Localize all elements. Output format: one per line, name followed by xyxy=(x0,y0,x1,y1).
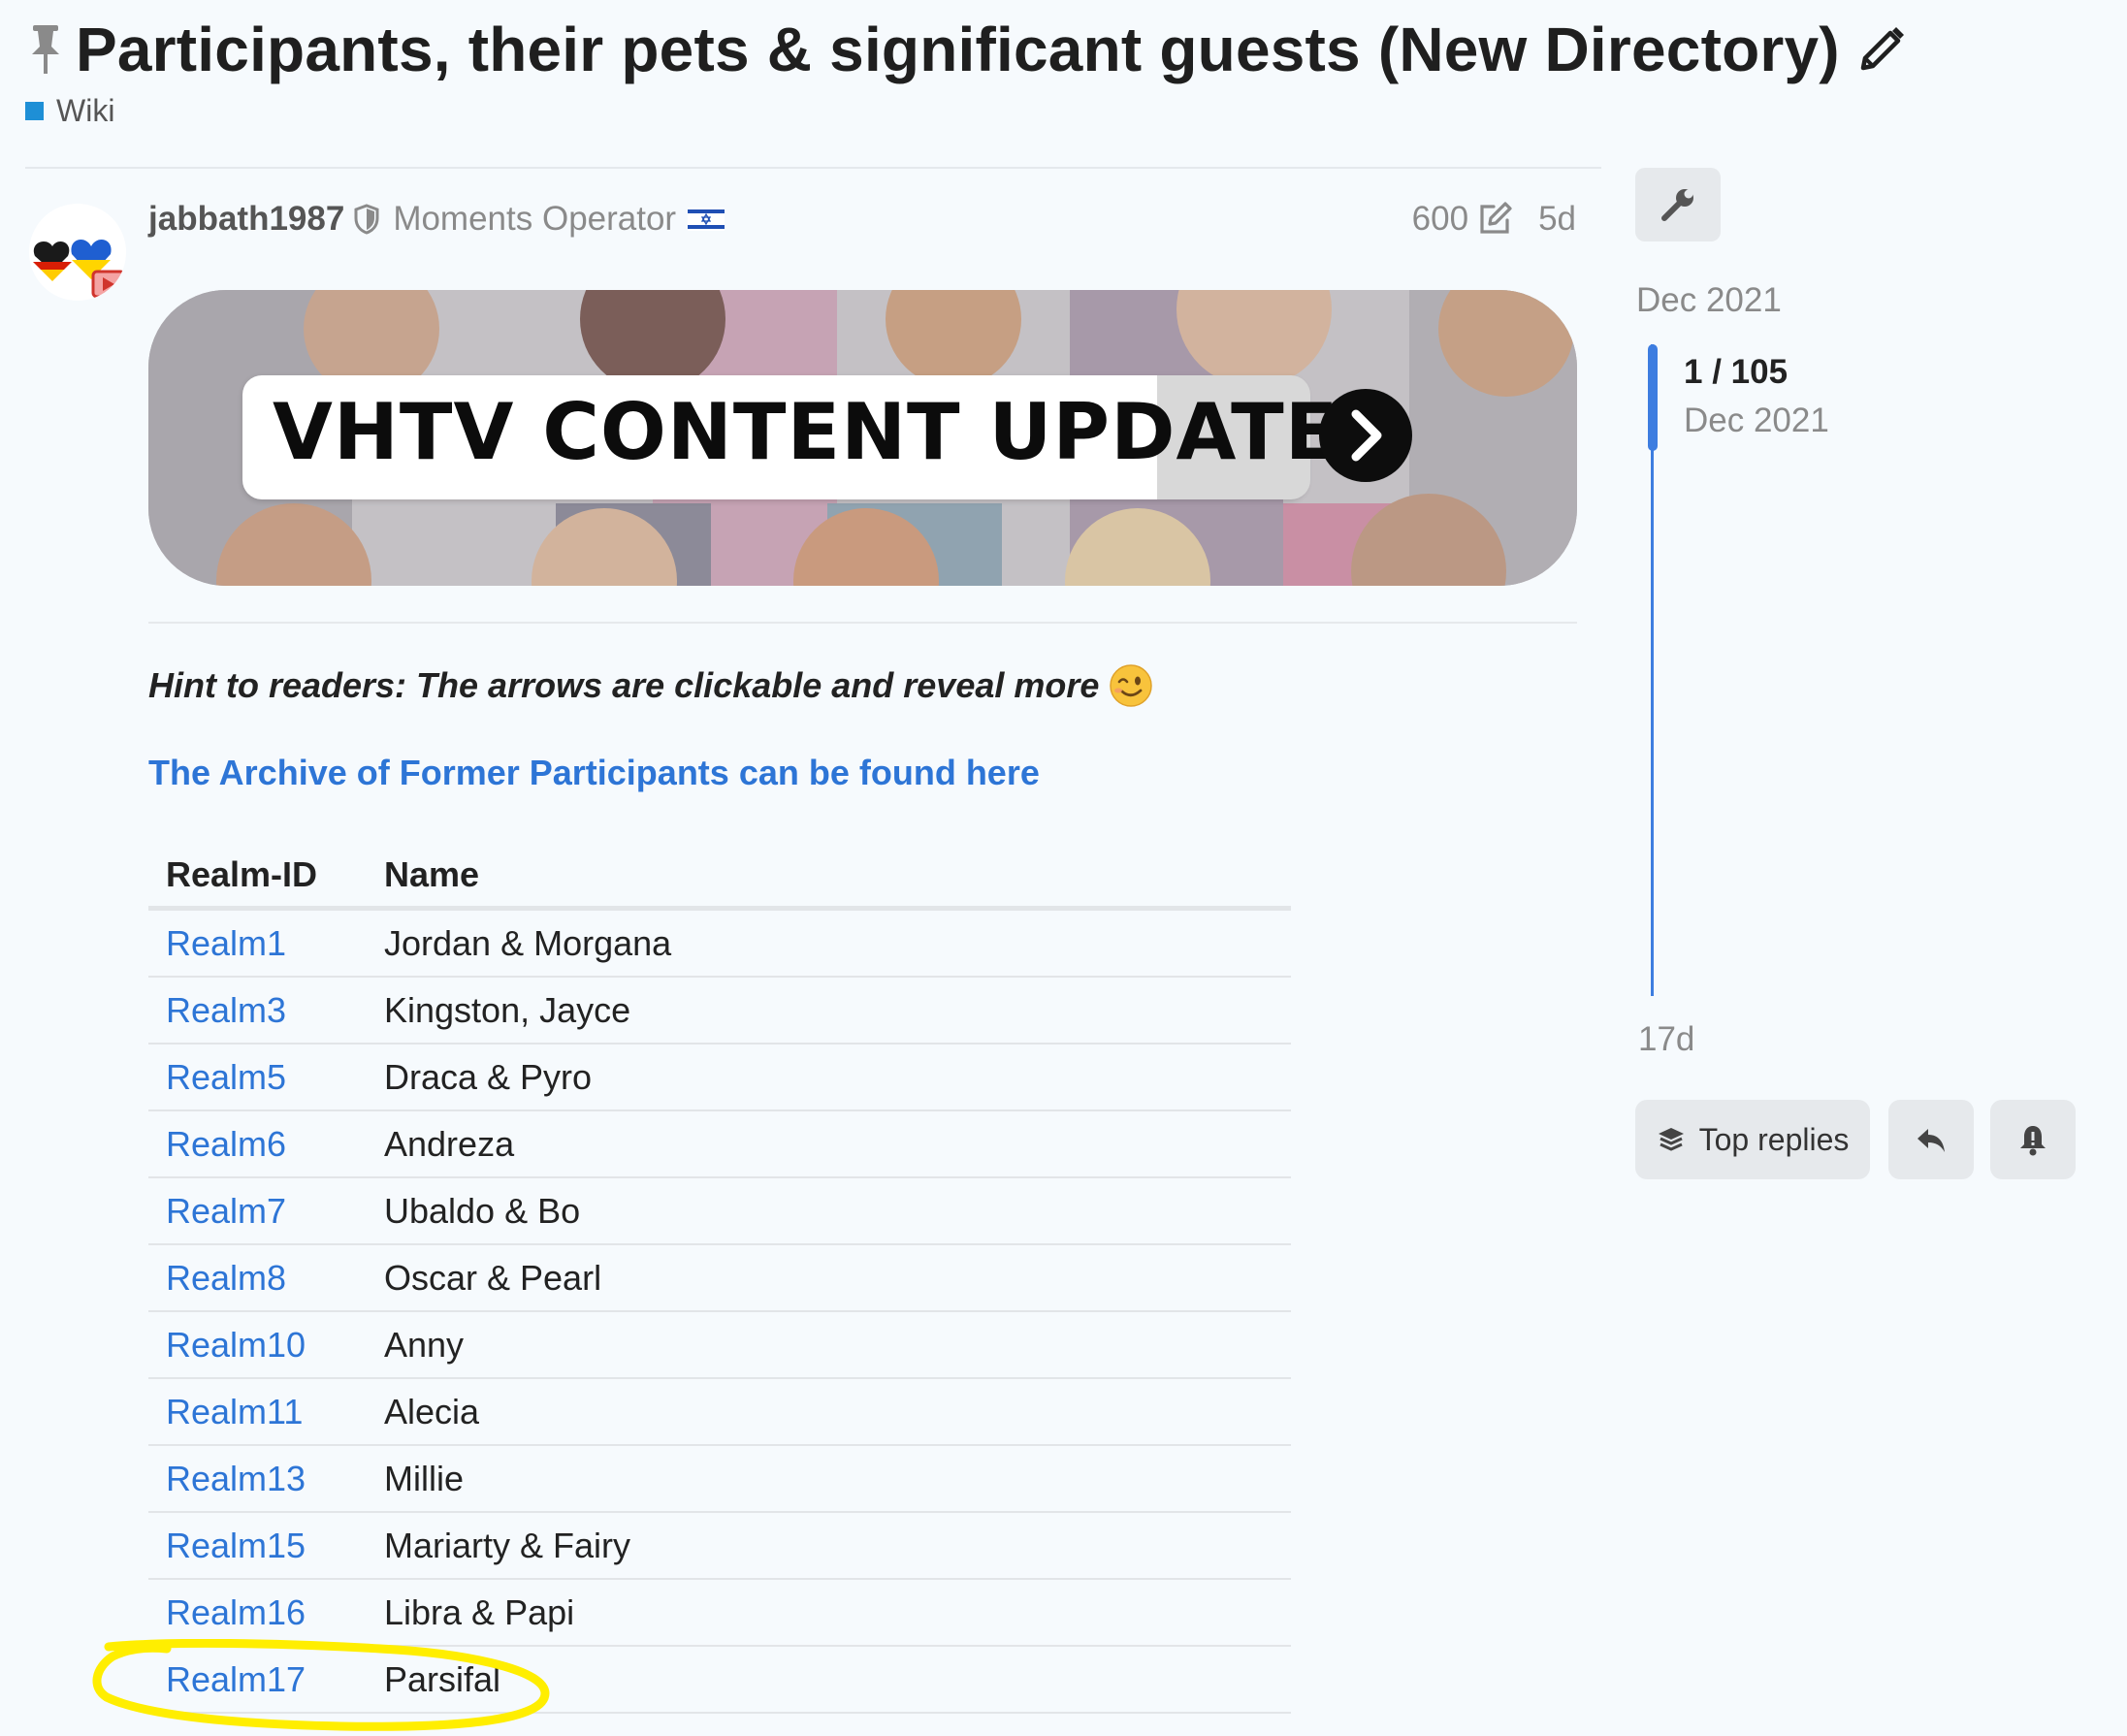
timeline-position: 1 / 105 xyxy=(1684,353,1789,391)
realm-id-cell: Realm11 xyxy=(148,1378,367,1446)
realm-id-cell: Realm16 xyxy=(148,1579,367,1647)
post-meta: 600 5d xyxy=(1412,200,1576,239)
hint-text: Hint to readers: The arrows are clickabl… xyxy=(148,663,1153,708)
category-color-square xyxy=(25,102,44,120)
timeline-handle[interactable] xyxy=(1648,344,1658,451)
category-badge[interactable]: Wiki xyxy=(25,93,114,129)
winking-face-emoji-icon xyxy=(1110,664,1153,707)
realm-id-cell: Realm13 xyxy=(148,1445,367,1513)
edit-history-icon[interactable] xyxy=(1476,201,1513,238)
content-updates-banner[interactable]: VHTV CONTENT UPDATES xyxy=(148,290,1577,586)
timeline-start-date[interactable]: Dec 2021 xyxy=(1636,281,1782,320)
timeline-end-date[interactable]: 17d xyxy=(1638,1020,1694,1059)
participant-name-cell: Draca & Pyro xyxy=(367,1044,1291,1111)
realm-id-cell: Realm17 xyxy=(148,1646,367,1714)
participant-name-cell: Alecia xyxy=(367,1378,1291,1446)
participant-name-cell: Mariarty & Fairy xyxy=(367,1512,1291,1580)
header-realm-id: Realm-ID xyxy=(148,844,367,911)
participant-name-cell: Ubaldo & Bo xyxy=(367,1177,1291,1245)
realm-id-cell: Realm6 xyxy=(148,1110,367,1178)
participant-name-cell: Kingston, Jayce xyxy=(367,977,1291,1045)
table-row: Realm11 Alecia xyxy=(148,1378,1291,1446)
realm-link[interactable]: Realm15 xyxy=(166,1526,306,1565)
table-row: Realm6 Andreza xyxy=(148,1110,1291,1178)
realm-id-cell: Realm7 xyxy=(148,1177,367,1245)
username-link[interactable]: jabbath1987 xyxy=(148,200,344,239)
realm-id-cell: Realm5 xyxy=(148,1044,367,1111)
header-name: Name xyxy=(367,844,1291,911)
post-author: jabbath1987 Moments Operator xyxy=(148,200,725,239)
layers-icon xyxy=(1658,1128,1684,1151)
topic-title: Participants, their pets & significant g… xyxy=(76,15,1840,84)
realm-link[interactable]: Realm8 xyxy=(166,1258,286,1298)
participant-name-cell: Jordan & Morgana xyxy=(367,908,1291,978)
table-row: Realm16 Libra & Papi xyxy=(148,1579,1291,1647)
participant-name-cell: Oscar & Pearl xyxy=(367,1244,1291,1312)
table-row: Realm17 Parsifal xyxy=(148,1646,1291,1714)
realm-id-cell: Realm1 xyxy=(148,908,367,978)
reply-button[interactable] xyxy=(1888,1100,1974,1179)
table-row: Realm5 Draca & Pyro xyxy=(148,1044,1291,1111)
participant-name-cell: Libra & Papi xyxy=(367,1579,1291,1647)
timeline-position-date: Dec 2021 xyxy=(1684,402,1829,439)
moderator-shield-icon xyxy=(354,204,379,235)
notifications-button[interactable] xyxy=(1990,1100,2076,1179)
realm-id-cell: Realm3 xyxy=(148,977,367,1045)
chevron-right-icon[interactable] xyxy=(1317,387,1414,484)
realm-link[interactable]: Realm7 xyxy=(166,1191,286,1231)
table-row: Realm3 Kingston, Jayce xyxy=(148,977,1291,1045)
realm-id-cell: Realm15 xyxy=(148,1512,367,1580)
user-avatar[interactable] xyxy=(29,204,126,301)
archive-former-participants-link[interactable]: The Archive of Former Participants can b… xyxy=(148,753,1040,793)
hint-label: Hint to readers: The arrows are clickabl… xyxy=(148,665,1100,705)
user-title: Moments Operator xyxy=(393,200,677,238)
participants-table: Realm-ID Name Realm1 Jordan & Morgana Rea… xyxy=(148,844,1291,1714)
table-row: Realm7 Ubaldo & Bo xyxy=(148,1177,1291,1245)
table-row: Realm15 Mariarty & Fairy xyxy=(148,1512,1291,1580)
topic-divider xyxy=(25,167,1601,169)
realm-link[interactable]: Realm16 xyxy=(166,1592,306,1632)
wrench-icon xyxy=(1661,189,1693,221)
realm-link[interactable]: Realm3 xyxy=(166,990,286,1030)
banner-title: VHTV CONTENT UPDATES xyxy=(273,387,1397,477)
israel-flag-icon xyxy=(688,208,725,231)
participant-name-cell: Anny xyxy=(367,1311,1291,1379)
category-label: Wiki xyxy=(56,93,115,128)
top-replies-label: Top replies xyxy=(1698,1121,1850,1157)
realm-link[interactable]: Realm5 xyxy=(166,1057,286,1097)
edit-count[interactable]: 600 xyxy=(1412,200,1468,239)
top-replies-button[interactable]: Top replies xyxy=(1635,1100,1870,1179)
realm-link[interactable]: Realm11 xyxy=(166,1392,303,1431)
realm-link[interactable]: Realm1 xyxy=(166,923,286,963)
participant-name-cell: Andreza xyxy=(367,1110,1291,1178)
bell-alert-icon xyxy=(2020,1126,2046,1156)
pin-icon[interactable] xyxy=(27,23,64,76)
table-row: Realm8 Oscar & Pearl xyxy=(148,1244,1291,1312)
reply-icon xyxy=(1918,1129,1945,1152)
table-row: Realm13 Millie xyxy=(148,1445,1291,1513)
realm-id-cell: Realm10 xyxy=(148,1311,367,1379)
post-age[interactable]: 5d xyxy=(1538,200,1576,239)
participant-name-cell: Millie xyxy=(367,1445,1291,1513)
table-row: Realm10 Anny xyxy=(148,1311,1291,1379)
realm-link[interactable]: Realm17 xyxy=(166,1659,306,1699)
table-header-row: Realm-ID Name xyxy=(148,844,1291,911)
participant-name-cell: Parsifal xyxy=(367,1646,1291,1714)
edit-title-pencil-icon[interactable] xyxy=(1855,23,1908,76)
realm-id-cell: Realm8 xyxy=(148,1244,367,1312)
realm-link[interactable]: Realm13 xyxy=(166,1459,306,1498)
realm-link[interactable]: Realm10 xyxy=(166,1325,306,1365)
admin-wrench-button[interactable] xyxy=(1635,168,1721,241)
table-row: Realm1 Jordan & Morgana xyxy=(148,908,1291,978)
post-divider xyxy=(148,622,1577,624)
topic-title-row: Participants, their pets & significant g… xyxy=(27,14,1908,85)
realm-link[interactable]: Realm6 xyxy=(166,1124,286,1164)
